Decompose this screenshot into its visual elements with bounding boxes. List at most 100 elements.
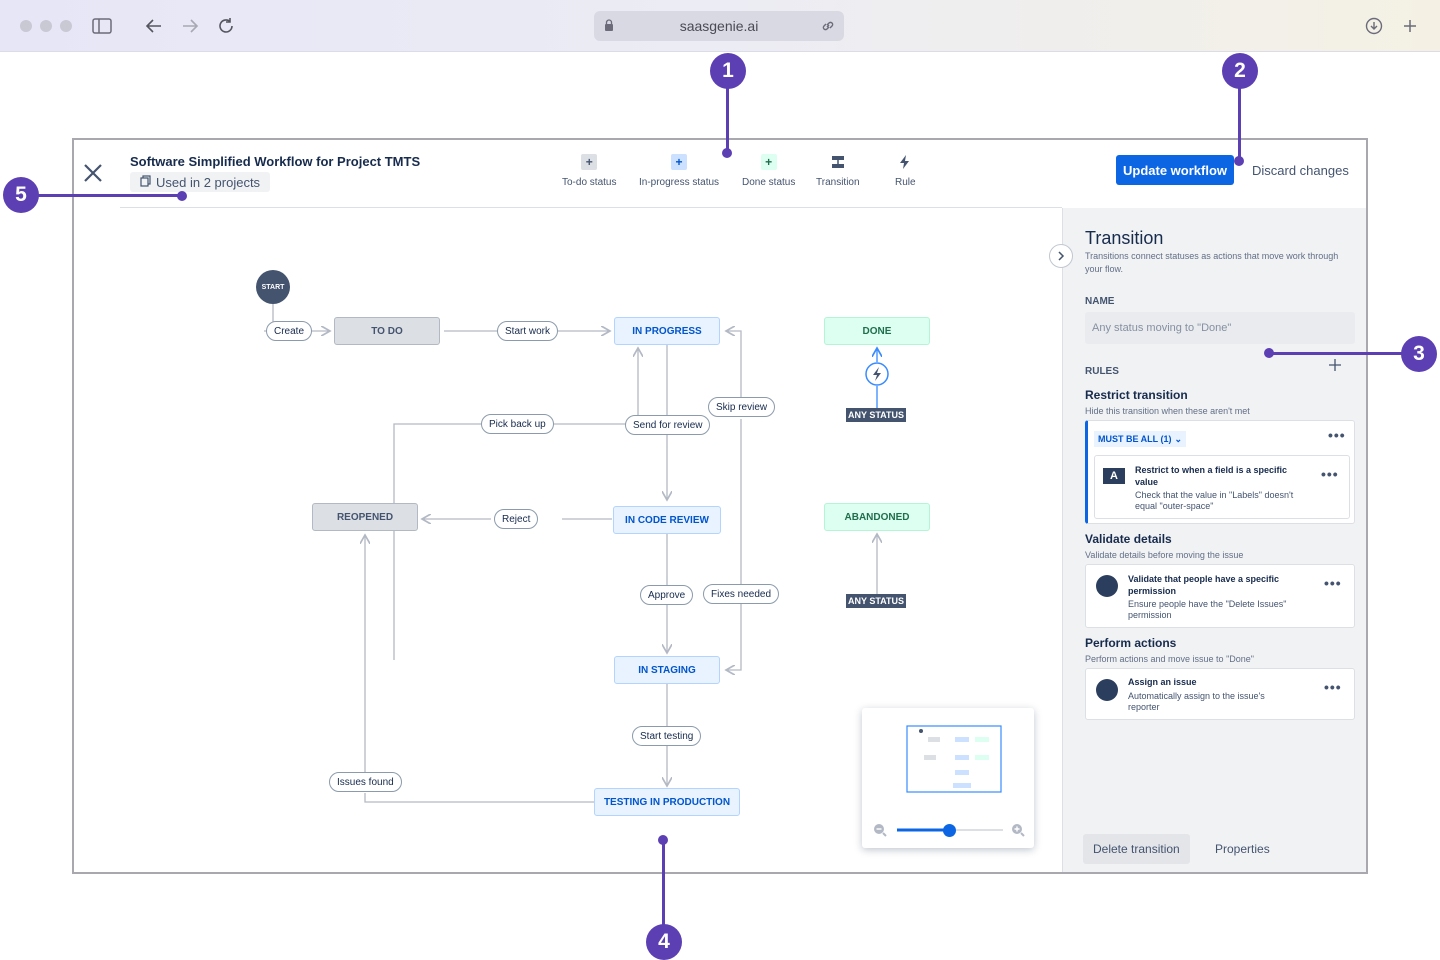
transition-reject[interactable]: Reject — [494, 509, 539, 529]
rule-description: Check that the value in "Labels" doesn't… — [1135, 490, 1294, 511]
add-todo-status-tool[interactable]: + To-do status — [562, 154, 616, 188]
tool-label: Done status — [742, 177, 796, 188]
rules-label: RULES — [1085, 366, 1119, 377]
any-status-abandoned: ANY STATUS — [846, 594, 907, 608]
tool-label: Rule — [895, 177, 916, 188]
must-be-all-label: MUST BE ALL (1) — [1098, 434, 1172, 444]
add-inprogress-status-tool[interactable]: + In-progress status — [639, 154, 719, 188]
callout-dot-3 — [1264, 348, 1274, 358]
window-close-dot[interactable] — [20, 20, 32, 32]
delete-transition-button[interactable]: Delete transition — [1083, 834, 1190, 864]
callout-dot-4 — [658, 835, 668, 845]
status-in-code-review[interactable]: IN CODE REVIEW — [613, 506, 721, 534]
rule-description: Ensure people have the "Delete Issues" p… — [1128, 599, 1287, 620]
more-options-icon[interactable]: ••• — [1324, 575, 1342, 591]
callout-line-4 — [662, 842, 665, 926]
chevron-down-icon: ⌄ — [1174, 433, 1183, 444]
callout-marker-1: 1 — [710, 53, 746, 89]
perform-actions-desc: Perform actions and move issue to "Done" — [1085, 654, 1254, 664]
avatar-assign-icon — [1096, 679, 1118, 701]
zoom-out-icon[interactable] — [872, 822, 888, 843]
status-reopened[interactable]: REOPENED — [312, 503, 418, 531]
callout-marker-2: 2 — [1222, 53, 1258, 89]
plus-icon: + — [760, 154, 777, 170]
field-value-icon: A — [1103, 468, 1125, 484]
transition-approve[interactable]: Approve — [640, 585, 694, 605]
chevron-right-icon[interactable] — [1049, 244, 1073, 268]
add-transition-tool[interactable]: Transition — [816, 154, 860, 188]
rule-description: Automatically assign to the issue's repo… — [1128, 691, 1265, 712]
new-tab-icon[interactable] — [1398, 14, 1422, 38]
start-node[interactable]: START — [256, 270, 290, 304]
rule-card-assign[interactable]: Assign an issue Automatically assign to … — [1085, 668, 1355, 720]
status-todo[interactable]: TO DO — [334, 317, 440, 345]
address-bar[interactable]: saasgenie.ai — [594, 11, 844, 41]
workflow-canvas[interactable]: START TO DO IN PROGRESS DONE REOPENED IN… — [74, 208, 1062, 872]
close-icon[interactable] — [82, 162, 104, 184]
rule-title: Restrict to when a field is a specific v… — [1135, 465, 1288, 487]
minimap-panel[interactable] — [862, 708, 1034, 848]
callout-line-2 — [1238, 88, 1241, 160]
panel-title: Transition — [1085, 228, 1164, 248]
restrict-rules-group: MUST BE ALL (1) ⌄ ••• A Restrict to when… — [1085, 420, 1355, 524]
status-done[interactable]: DONE — [824, 317, 930, 345]
url-text: saasgenie.ai — [679, 18, 759, 34]
status-testing-in-production[interactable]: TESTING IN PRODUCTION — [594, 788, 740, 816]
status-in-staging[interactable]: IN STAGING — [614, 656, 720, 684]
update-workflow-button[interactable]: Update workflow — [1116, 155, 1234, 185]
callout-dot-2 — [1234, 156, 1244, 166]
tool-label: Transition — [816, 177, 860, 188]
name-placeholder: Any status moving to "Done" — [1092, 322, 1232, 334]
panel-description: Transitions connect statuses as actions … — [1085, 251, 1339, 274]
transition-create[interactable]: Create — [266, 321, 313, 341]
transition-skip-review[interactable]: Skip review — [708, 397, 776, 417]
forward-icon[interactable] — [178, 14, 202, 38]
must-be-all-dropdown[interactable]: MUST BE ALL (1) ⌄ — [1094, 431, 1187, 447]
discard-changes-button[interactable]: Discard changes — [1244, 155, 1357, 185]
reload-icon[interactable] — [214, 14, 238, 38]
transition-issues-found[interactable]: Issues found — [329, 772, 402, 792]
workflow-title: Software Simplified Workflow for Project… — [130, 154, 421, 169]
add-done-status-tool[interactable]: + Done status — [742, 154, 795, 188]
download-icon[interactable] — [1362, 14, 1386, 38]
lightning-icon — [897, 154, 913, 170]
more-options-icon[interactable]: ••• — [1328, 427, 1346, 443]
rule-card-field-value[interactable]: A Restrict to when a field is a specific… — [1094, 455, 1350, 519]
sidebar-toggle-icon[interactable] — [90, 14, 114, 38]
tool-label: In-progress status — [639, 177, 720, 188]
more-options-icon[interactable]: ••• — [1324, 679, 1342, 695]
callout-line-1 — [726, 88, 729, 152]
lock-icon — [604, 19, 614, 35]
transition-icon — [830, 154, 846, 170]
workflow-editor: Software Simplified Workflow for Project… — [72, 138, 1368, 874]
more-options-icon[interactable]: ••• — [1321, 466, 1339, 482]
properties-button[interactable]: Properties — [1205, 834, 1280, 864]
rule-title: Validate that people have a specific per… — [1128, 574, 1280, 596]
transition-fixes-needed[interactable]: Fixes needed — [703, 584, 780, 604]
rule-card-permission[interactable]: Validate that people have a specific per… — [1085, 564, 1355, 628]
transition-start-work[interactable]: Start work — [497, 321, 559, 341]
callout-marker-4: 4 — [646, 924, 682, 960]
callout-line-3 — [1270, 352, 1402, 355]
transition-name-input[interactable]: Any status moving to "Done" — [1085, 312, 1355, 344]
callout-marker-5: 5 — [3, 177, 39, 213]
window-zoom-dot[interactable] — [60, 20, 72, 32]
status-abandoned[interactable]: ABANDONED — [824, 503, 930, 531]
used-in-projects-badge[interactable]: Used in 2 projects — [130, 172, 271, 192]
link-icon[interactable] — [820, 18, 836, 37]
zoom-slider-handle[interactable] — [943, 824, 956, 837]
window-minimize-dot[interactable] — [40, 20, 52, 32]
add-rule-plus-icon[interactable] — [1329, 358, 1341, 376]
transition-start-testing[interactable]: Start testing — [632, 726, 702, 746]
callout-dot-5 — [177, 191, 187, 201]
add-rule-tool[interactable]: Rule — [895, 154, 916, 188]
status-in-progress[interactable]: IN PROGRESS — [614, 317, 720, 345]
validate-details-desc: Validate details before moving the issue — [1085, 550, 1244, 560]
transition-pick-back-up[interactable]: Pick back up — [481, 414, 554, 434]
name-label: NAME — [1085, 296, 1115, 307]
transition-send-for-review[interactable]: Send for review — [625, 415, 711, 435]
avatar-check-icon — [1096, 575, 1118, 597]
zoom-in-icon[interactable] — [1010, 822, 1026, 843]
back-icon[interactable] — [142, 14, 166, 38]
perform-actions-title: Perform actions — [1085, 636, 1177, 650]
